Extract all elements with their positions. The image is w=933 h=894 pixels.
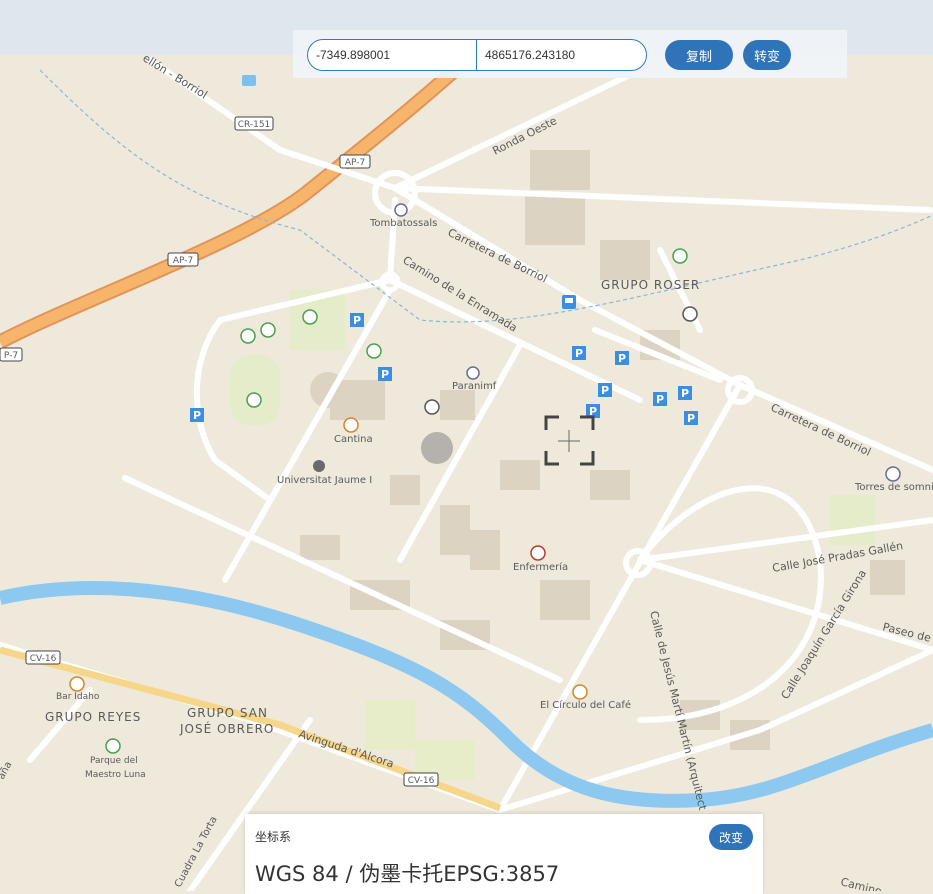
label-enfermeria: Enfermería	[513, 561, 568, 573]
label-jose-obrero: JOSÉ OBRERO	[179, 721, 274, 736]
sport-icon	[672, 248, 688, 264]
parking-icon: P	[684, 411, 698, 425]
parking-icon: P	[350, 313, 364, 327]
pond	[242, 75, 256, 86]
label-grupo-roser: GRUPO ROSER	[601, 278, 700, 292]
svg-text:AP-7: AP-7	[345, 158, 365, 168]
svg-text:P: P	[381, 368, 389, 381]
bus-icon	[562, 295, 576, 309]
parking-icon: P	[190, 408, 204, 422]
coordinate-system-panel: 坐标系 WGS 84 / 伪墨卡托EPSG:3857 改变	[245, 814, 763, 894]
base-map[interactable]: CR-151 AP-7 AP-7 P-7 CV-16 CV-16 ellón -…	[0, 0, 933, 891]
svg-text:P: P	[193, 409, 201, 422]
sport-icon	[302, 309, 318, 325]
label-parque: Parque del	[90, 756, 138, 766]
svg-text:P: P	[353, 314, 361, 327]
restaurant-icon	[343, 417, 359, 433]
road-shield-ap7: P-7	[0, 347, 23, 362]
svg-text:AP-7: AP-7	[173, 256, 193, 266]
x-coordinate-input[interactable]	[308, 40, 477, 70]
convert-button[interactable]: 转变	[743, 40, 791, 70]
education-icon	[885, 466, 901, 482]
road-shield-cr151: CR-151	[234, 116, 274, 131]
bar-icon	[69, 676, 85, 692]
parking-icon: P	[653, 392, 667, 406]
green-area	[365, 700, 415, 750]
people-icon	[424, 399, 440, 415]
sport-icon	[366, 343, 382, 359]
label-cantina: Cantina	[334, 434, 373, 445]
svg-text:P: P	[575, 347, 583, 360]
label-paranimf: Paranimf	[452, 381, 497, 392]
parking-icon: P	[572, 346, 586, 360]
education-icon	[313, 460, 325, 472]
svg-text:CV-16: CV-16	[30, 654, 57, 664]
svg-text:P-7: P-7	[4, 351, 18, 361]
road-shield-ap7: AP-7	[339, 154, 371, 169]
education-icon	[394, 203, 408, 217]
label-maestro-luna: Maestro Luna	[85, 770, 146, 780]
svg-text:P: P	[687, 412, 695, 425]
coordinate-input-group	[307, 39, 647, 71]
road-shield-cv16: CV-16	[25, 650, 61, 665]
y-coordinate-input[interactable]	[477, 40, 645, 70]
cafe-icon	[572, 684, 588, 700]
sport-icon	[260, 322, 276, 338]
crs-value: WGS 84 / 伪墨卡托EPSG:3857	[255, 862, 560, 886]
hospital-icon	[530, 545, 546, 561]
parking-icon: P	[678, 386, 692, 400]
label-universitat: Universitat Jaume I	[277, 475, 372, 486]
crs-label: 坐标系	[255, 830, 292, 844]
green-area	[830, 495, 875, 545]
road-shield-ap7: AP-7	[167, 252, 199, 267]
copy-button[interactable]: 复制	[665, 40, 733, 70]
svg-text:P: P	[681, 387, 689, 400]
label-circulo-cafe: El Círculo del Café	[540, 699, 631, 711]
sports-field	[230, 355, 280, 425]
svg-text:P: P	[618, 352, 626, 365]
svg-text:P: P	[656, 393, 664, 406]
building-dome-hatched	[421, 432, 453, 464]
svg-text:P: P	[601, 384, 609, 397]
label-grupo-reyes: GRUPO REYES	[45, 710, 141, 724]
roundabout-signal-icon	[682, 306, 698, 322]
park-icon	[105, 738, 121, 754]
sport-icon	[240, 328, 256, 344]
sport-icon	[246, 392, 262, 408]
parking-icon: P	[378, 367, 392, 381]
parking-icon: P	[598, 383, 612, 397]
label-bar-idaho: Bar Idaho	[56, 692, 100, 702]
change-crs-button[interactable]: 改变	[709, 824, 753, 850]
road-shield-cv16: CV-16	[403, 772, 439, 787]
label-tombatossals: Tombatossals	[369, 218, 437, 229]
svg-text:CV-16: CV-16	[408, 776, 435, 786]
label-grupo-san: GRUPO SAN	[187, 706, 268, 720]
svg-text:CR-151: CR-151	[238, 120, 271, 130]
education-icon	[466, 366, 480, 380]
parking-icon: P	[615, 351, 629, 365]
label-torres-somnis: Torres de somnis	[854, 482, 933, 493]
